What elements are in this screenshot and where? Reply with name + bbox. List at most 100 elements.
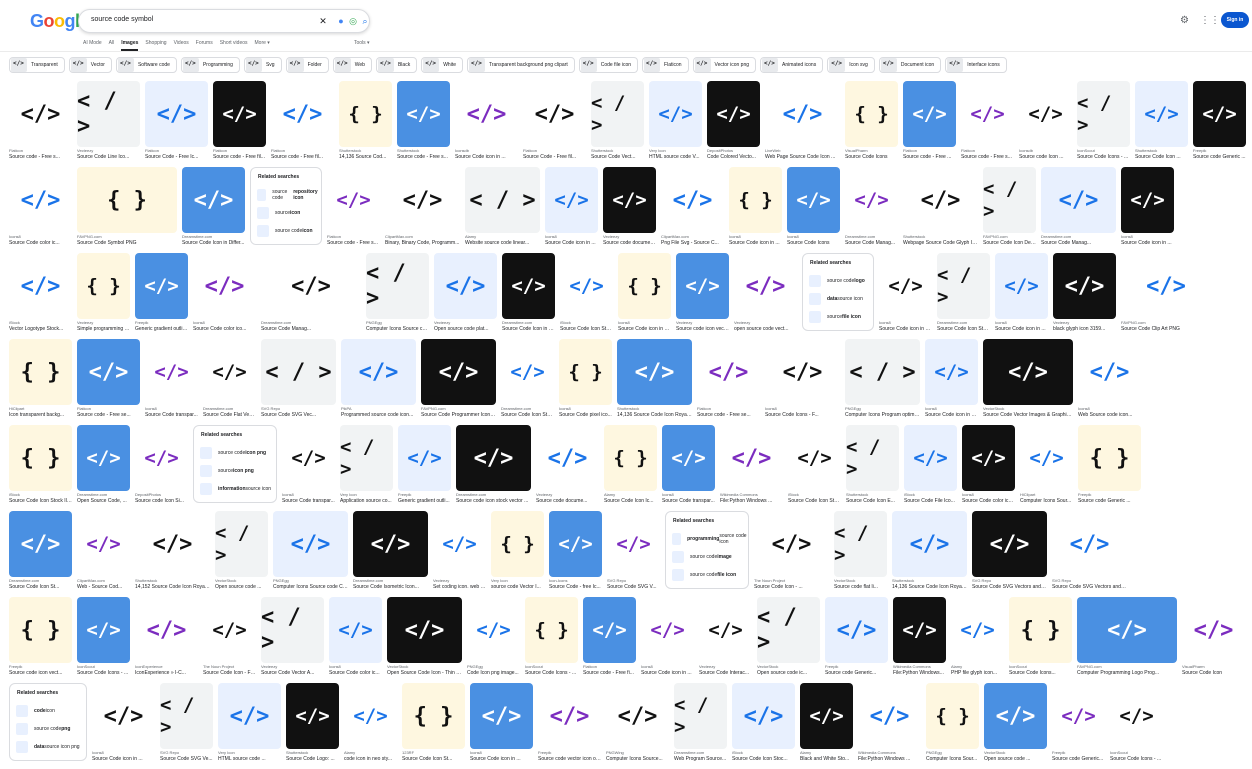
result-title[interactable]: Source Code icon in ... — [641, 670, 694, 676]
image-result[interactable]: < / > Vecteezy Source Code Vector A... — [261, 597, 324, 683]
related-search-link[interactable]: programming source code icon — [672, 532, 748, 546]
image-result[interactable]: </> Icons8 Source Code icon in C... — [925, 339, 978, 425]
result-source[interactable]: Dreamstime.com — [502, 320, 555, 325]
result-thumbnail[interactable]: </> — [641, 597, 694, 663]
result-title[interactable]: Source Code Icon ... — [1135, 154, 1188, 160]
chip-white[interactable]: </> White — [421, 57, 463, 73]
result-source[interactable]: VectorStock — [983, 406, 1073, 411]
image-result[interactable]: < / > PNGEgg Computer Icons Program optimi… — [845, 339, 920, 425]
result-title[interactable]: Source Code - free Ic... — [549, 584, 602, 590]
image-result[interactable]: < / > Shutterstock Source Code Icon E... — [846, 425, 899, 511]
result-thumbnail[interactable]: { } — [491, 511, 544, 577]
result-thumbnail[interactable]: </> — [261, 253, 361, 319]
result-thumbnail[interactable]: </> — [353, 511, 428, 577]
related-search-link[interactable]: source code png — [16, 722, 70, 736]
result-source[interactable]: Dreamstime.com — [9, 578, 72, 583]
result-title[interactable]: Source code Icon ... — [1019, 154, 1072, 160]
result-title[interactable]: Source Code Icon Stoc... — [732, 756, 795, 762]
result-source[interactable]: Icons8 — [995, 320, 1048, 325]
chip-icon-svg[interactable]: </> Icon svg — [827, 57, 875, 73]
result-title[interactable]: Source Code transpar... — [662, 498, 715, 504]
result-source[interactable]: Alamy — [800, 750, 853, 755]
result-thumbnail[interactable]: </> — [583, 597, 636, 663]
result-source[interactable]: Freepik — [135, 320, 188, 325]
result-thumbnail[interactable]: </> — [470, 683, 533, 749]
result-source[interactable]: Icons8 — [765, 406, 840, 411]
result-source[interactable]: Freepik — [1193, 148, 1246, 153]
image-result[interactable]: < / > Shutterstock Source Code Vect... — [591, 81, 644, 167]
image-result[interactable]: { } FAVPNG.com Source Code Symbol PNG — [77, 167, 177, 253]
result-source[interactable]: SVG Repo — [972, 578, 1047, 583]
image-result[interactable]: </> Vecteezy Source code docume... — [536, 425, 599, 511]
result-title[interactable]: Source Code Manag... — [1041, 240, 1116, 246]
result-thumbnail[interactable]: </> — [92, 683, 155, 749]
result-source[interactable]: Wikimedia Commons — [858, 750, 921, 755]
related-search-link[interactable]: source code icon png — [200, 446, 266, 460]
result-thumbnail[interactable]: < / > — [845, 339, 920, 405]
result-source[interactable]: Vecteezy — [1053, 320, 1116, 325]
result-title[interactable]: Source Code icon in ... — [995, 326, 1048, 332]
result-title[interactable]: Source Code Icon Sto... — [501, 412, 554, 418]
result-source[interactable]: VisualPharm — [1182, 664, 1245, 669]
result-thumbnail[interactable]: </> — [434, 253, 497, 319]
image-result[interactable]: < / > PNGEggComputer Icons Source code AS… — [366, 253, 429, 339]
image-result[interactable]: </> Wikimedia Commons File:Python Windows … — [858, 683, 921, 769]
result-title[interactable]: Source Code Icons - ... — [1077, 154, 1130, 160]
image-result[interactable]: < / > Dreamstime.com Source Code Icon Sto.… — [937, 253, 990, 339]
image-result[interactable]: </> Dreamstime.com Open Source Code, ... — [77, 425, 130, 511]
result-title[interactable]: 14,152 Source Code Icon Royalty-Fre... — [135, 584, 210, 590]
related-search-link[interactable]: source code repository icon — [257, 188, 321, 202]
result-source[interactable]: Flaticon — [327, 234, 380, 239]
result-title[interactable]: Source Code color ic... — [9, 240, 72, 246]
result-thumbnail[interactable]: </> — [1135, 81, 1188, 147]
result-thumbnail[interactable]: </> — [387, 597, 462, 663]
result-title[interactable]: IconExperience » I-C... — [135, 670, 198, 676]
image-result[interactable]: { } Vecteezy Simple programming s... — [77, 253, 130, 339]
image-result[interactable]: < / > Vecteezy Source Code Line Ico... — [77, 81, 140, 167]
image-result[interactable]: { } IconScout Source Code Icons - ... — [525, 597, 578, 683]
result-source[interactable]: Icons8 — [662, 492, 715, 497]
image-result[interactable]: { } Freepik Source code Generic ... — [1078, 425, 1141, 511]
result-thumbnail[interactable]: < / > — [366, 253, 429, 319]
result-thumbnail[interactable]: </> — [732, 683, 795, 749]
image-result[interactable]: { } VisualPharm Source Code Icons — [845, 81, 898, 167]
result-title[interactable]: Source Code SVG Vectors and Ic... — [972, 584, 1047, 590]
search-icon[interactable]: ⌕ — [359, 15, 371, 27]
image-result[interactable]: < / > VectorStock Open source code ... — [215, 511, 268, 597]
sign-in-button[interactable]: Sign in — [1221, 12, 1249, 28]
image-result[interactable]: </> ClipartMax.com Png File Svg - Source C… — [661, 167, 724, 253]
result-title[interactable]: Source Code Manag... — [261, 326, 361, 332]
result-title[interactable]: Application source co... — [340, 498, 393, 504]
result-source[interactable]: Icons8 — [9, 234, 72, 239]
image-result[interactable]: </> SVG Repo Source Code SVG V... — [607, 511, 660, 597]
result-thumbnail[interactable]: < / > — [834, 511, 887, 577]
result-title[interactable]: 14,136 Source Code Icon Royalty-Free ... — [892, 584, 967, 590]
result-title[interactable]: black glyph icon 3159... — [1053, 326, 1116, 332]
result-title[interactable]: Source code - Free se... — [77, 412, 140, 418]
result-thumbnail[interactable]: </> — [502, 253, 555, 319]
image-result[interactable]: { } Freepik Source code icon vect... — [9, 597, 72, 683]
result-title[interactable]: Source Code icon in ... — [470, 756, 533, 762]
image-result[interactable]: </> Icons8 Source Code icon in ... — [641, 597, 694, 683]
result-title[interactable]: Source code - Free fil... — [213, 154, 266, 160]
related-search-link[interactable]: source code logo — [809, 274, 865, 288]
search-box[interactable]: source code symbol ✕ ● ◎ ⌕ — [78, 9, 370, 33]
image-result[interactable]: </> iStock Source Code Icon Stoc... — [732, 683, 795, 769]
result-source[interactable]: IconScout — [525, 664, 578, 669]
image-result[interactable]: </> Icons8 Source Code color ico... — [962, 425, 1015, 511]
result-source[interactable]: Icons8 — [559, 406, 612, 411]
image-result[interactable]: </> Icons8 Source Code Icons — [787, 167, 840, 253]
result-thumbnail[interactable]: </> — [676, 253, 729, 319]
image-result[interactable]: </> Icons8 Source Code transpar... — [145, 339, 198, 425]
result-title[interactable]: File:Python Windows ... — [858, 756, 921, 762]
result-title[interactable]: Computer Icons Source... — [606, 756, 669, 762]
result-source[interactable]: Flaticon — [697, 406, 760, 411]
result-thumbnail[interactable]: </> — [135, 597, 198, 663]
result-source[interactable]: Very Icon — [649, 148, 702, 153]
tools-button[interactable]: Tools ▾ — [354, 40, 370, 46]
image-result[interactable]: </> Freepik Source code Generic... — [825, 597, 888, 683]
image-result[interactable]: { } Very Icon source code Vector I... — [491, 511, 544, 597]
result-source[interactable]: VectorStock — [215, 578, 268, 583]
result-title[interactable]: Source code vector icon outline file ... — [538, 756, 601, 762]
result-thumbnail[interactable]: { } — [559, 339, 612, 405]
